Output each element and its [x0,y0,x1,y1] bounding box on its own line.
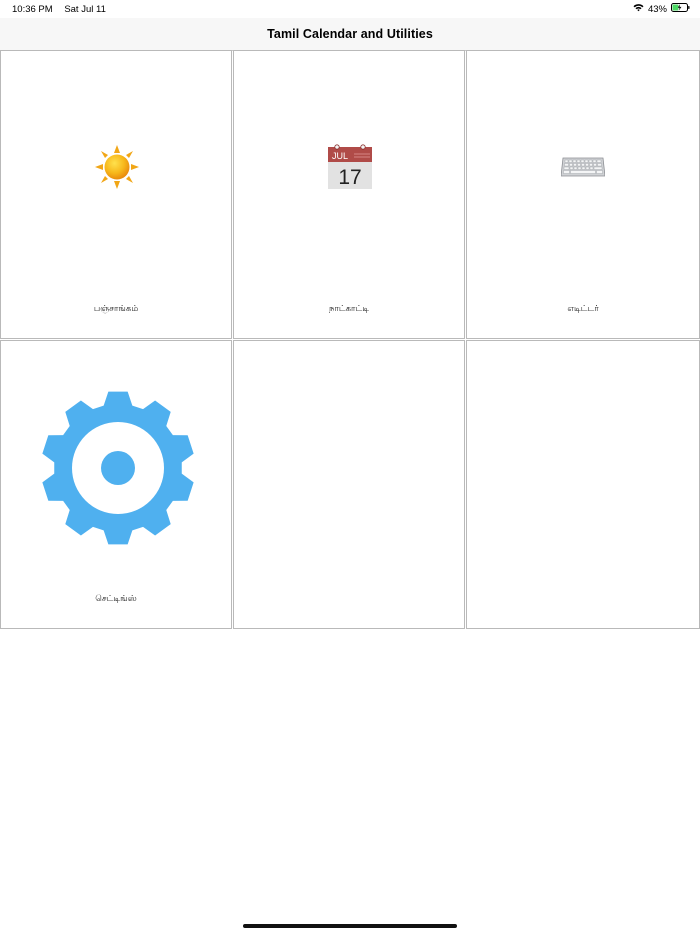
wifi-icon [633,3,644,15]
navigation-bar: Tamil Calendar and Utilities [0,18,700,51]
keyboard-icon [560,156,606,183]
battery-percent: 43% [647,3,667,15]
tile-label: நாட்காட்டி [328,304,370,314]
calendar-month: JUL [332,151,348,161]
calendar-day: 17 [338,166,361,189]
status-bar: 10:36 PM Sat Jul 11 43% [0,0,700,18]
tile-label: பஞ்சாங்கம் [93,304,139,314]
sun-icon [95,144,139,195]
tile-label: எடிட்டர் [567,304,599,314]
page-title: Tamil Calendar and Utilities [267,27,433,41]
tile-calendar[interactable]: JUL 17 நாட்காட்டி [233,50,465,339]
status-time: 10:36 PM [12,4,53,15]
gear-icon [41,387,195,554]
tile-editor[interactable]: எடிட்டர் [466,50,700,339]
battery-charging-icon [671,3,690,15]
tile-panchangam[interactable]: பஞ்சாங்கம் [0,50,232,339]
tile-label: செட்டிங்ஸ் [95,594,137,604]
status-date: Sat Jul 11 [64,4,106,15]
tile-empty [466,340,700,629]
utilities-grid: பஞ்சாங்கம் JUL 17 நாட்காட்டி எடிட்டர் செ… [0,50,700,630]
gear-hub [101,451,135,485]
tile-settings[interactable]: செட்டிங்ஸ் [0,340,232,629]
home-indicator[interactable] [243,924,457,928]
tile-empty [233,340,465,629]
calendar-icon: JUL 17 [328,144,372,194]
